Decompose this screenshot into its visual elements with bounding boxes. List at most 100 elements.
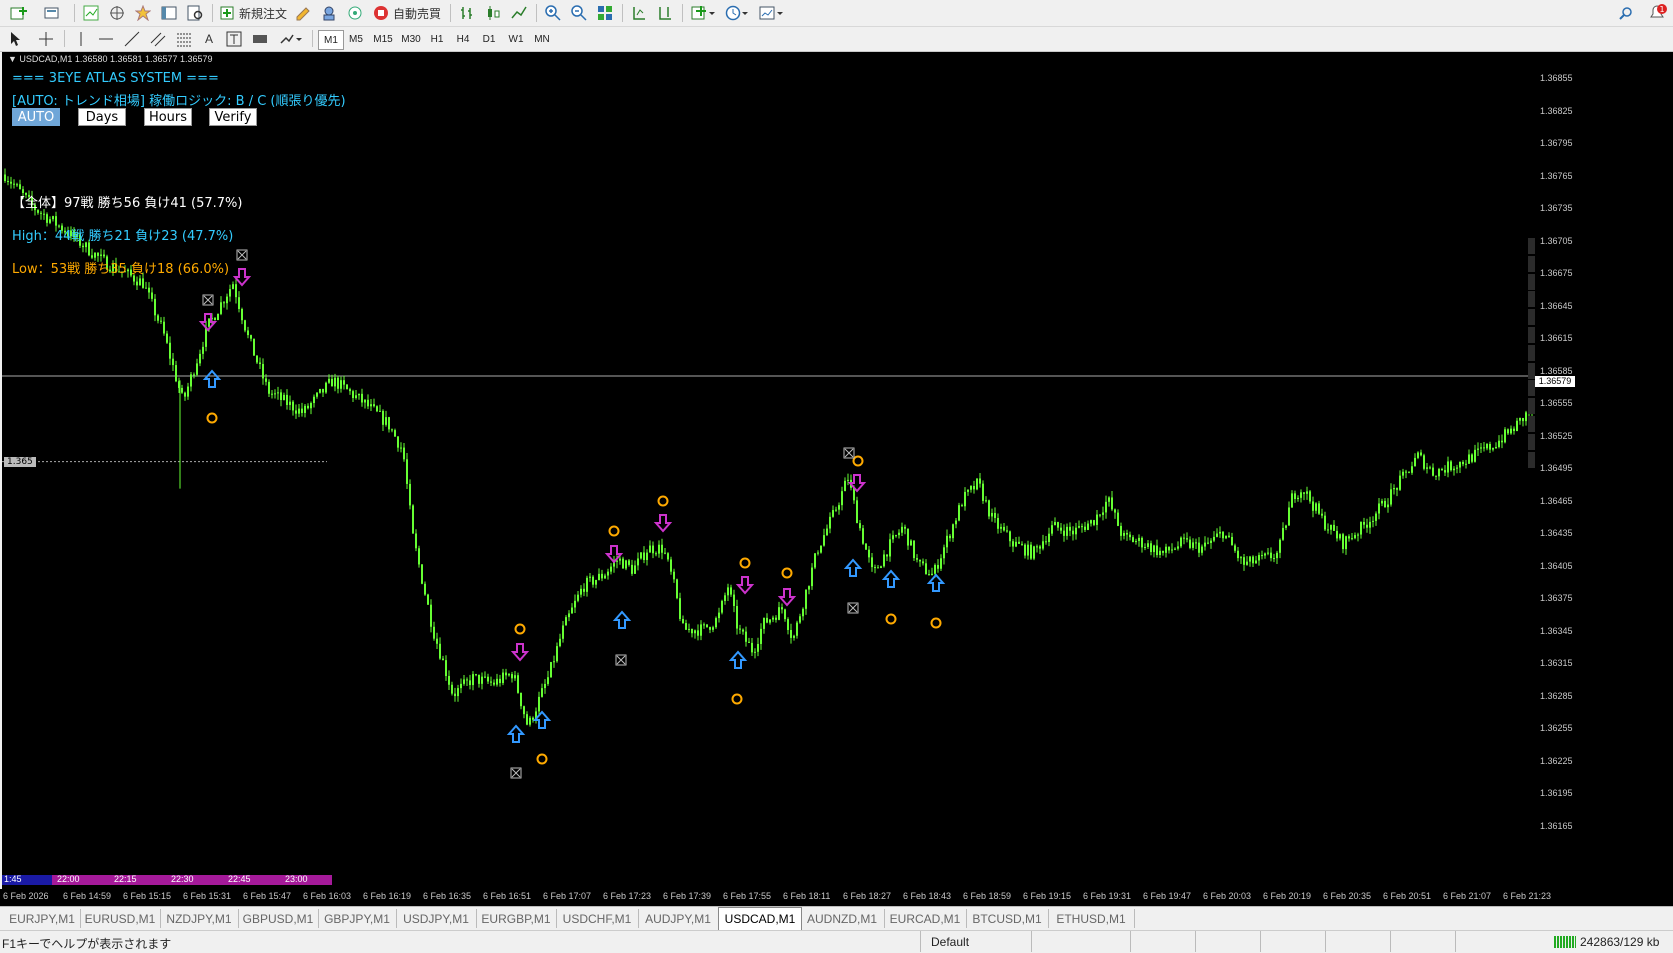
chart-tab-audnzd[interactable]: AUDNZD,M1	[800, 909, 885, 928]
candle-body	[1051, 525, 1053, 534]
candle-body	[1504, 429, 1506, 443]
tf-m15[interactable]: M15	[370, 30, 396, 48]
zoom-out-icon[interactable]	[568, 3, 590, 23]
candle-body	[1009, 531, 1011, 542]
tf-d1[interactable]: D1	[478, 30, 500, 48]
candle-body	[1345, 536, 1347, 550]
tf-m5[interactable]: M5	[344, 30, 368, 48]
tf-h1[interactable]: H1	[426, 30, 448, 48]
candle-body	[244, 320, 246, 331]
candle-body	[919, 559, 921, 562]
candle-body	[136, 281, 138, 286]
candle-body	[319, 388, 321, 393]
rectangle-icon[interactable]	[250, 29, 270, 49]
time-tick-label: 6 Feb 16:51	[483, 891, 532, 901]
tile-windows-icon[interactable]	[594, 3, 616, 23]
candle-body	[1381, 500, 1383, 504]
metaeditor-icon[interactable]	[292, 3, 314, 23]
data-window-icon[interactable]	[106, 3, 128, 23]
notifications-icon[interactable]: 1	[1646, 3, 1670, 23]
candle-body	[427, 594, 429, 605]
candle-body	[526, 714, 528, 725]
candle-body	[541, 688, 543, 697]
candle-body	[478, 674, 480, 684]
chart-tabs: EURJPY,M1 EURUSD,M1 NZDJPY,M1 GBPUSD,M1 GBPJ…	[0, 906, 1673, 930]
candle-body	[367, 399, 369, 407]
candle-body	[520, 692, 522, 707]
candle-body	[1042, 541, 1044, 549]
navigator-icon[interactable]	[132, 3, 154, 23]
fibonacci-icon[interactable]	[174, 29, 194, 49]
terminal-icon[interactable]	[158, 3, 180, 23]
crosshair-icon[interactable]	[36, 29, 56, 49]
templates-icon[interactable]	[756, 3, 786, 23]
market-watch-icon[interactable]	[80, 3, 102, 23]
candle-body	[256, 355, 258, 363]
chart-tab-eurjpy[interactable]: EURJPY,M1	[4, 909, 81, 928]
price-chart[interactable]	[2, 52, 1535, 889]
text-tool-icon[interactable]: A	[200, 29, 218, 49]
verify-button[interactable]: Verify	[209, 108, 257, 126]
strategy-tester-icon[interactable]	[184, 3, 206, 23]
tf-mn[interactable]: MN	[530, 30, 554, 48]
chart-window[interactable]: ▼ USDCAD,M1 1.36580 1.36581 1.36577 1.36…	[2, 52, 1598, 889]
candle-body	[799, 616, 801, 623]
chart-tab-nzdjpy[interactable]: NZDJPY,M1	[160, 909, 239, 928]
indicators-icon[interactable]	[688, 3, 718, 23]
days-button[interactable]: Days	[78, 108, 126, 126]
bar-chart-icon[interactable]	[456, 3, 478, 23]
time-tick-label: 6 Feb 16:19	[363, 891, 412, 901]
chart-tab-eurcad[interactable]: EURCAD,M1	[884, 909, 967, 928]
chart-tab-usdchf[interactable]: USDCHF,M1	[556, 909, 639, 928]
chart-tab-usdcad[interactable]: USDCAD,M1	[718, 907, 802, 930]
candle-body	[334, 377, 336, 387]
line-chart-icon[interactable]	[508, 3, 530, 23]
auto-scroll-icon[interactable]	[628, 3, 650, 23]
zoom-in-icon[interactable]	[542, 3, 564, 23]
chart-tab-gbpjpy[interactable]: GBPJPY,M1	[318, 909, 397, 928]
vertical-line-icon[interactable]	[72, 29, 90, 49]
chart-shift-icon[interactable]	[654, 3, 676, 23]
horizontal-line-icon[interactable]	[96, 29, 116, 49]
cursor-icon[interactable]	[6, 29, 26, 49]
candle-body	[694, 630, 696, 634]
candle-body	[1246, 561, 1248, 565]
candle-body	[982, 483, 984, 501]
experts-icon[interactable]	[318, 3, 340, 23]
candle-body	[706, 624, 708, 628]
price-tick-label: 1.36555	[1540, 398, 1573, 408]
auto-button[interactable]: AUTO	[12, 108, 60, 126]
chart-tab-eurusd[interactable]: EURUSD,M1	[80, 909, 161, 928]
time-tick-label: 6 Feb 16:35	[423, 891, 472, 901]
tf-h4[interactable]: H4	[452, 30, 474, 48]
candle-body	[505, 672, 507, 676]
candle-body	[298, 408, 300, 414]
tf-w1[interactable]: W1	[504, 30, 528, 48]
candlestick-icon[interactable]	[482, 3, 504, 23]
text-label-icon[interactable]	[224, 29, 244, 49]
signals-icon[interactable]	[344, 3, 366, 23]
new-chart-icon[interactable]	[6, 3, 34, 23]
candle-body	[142, 278, 144, 288]
hours-button[interactable]: Hours	[144, 108, 192, 126]
candle-body	[1012, 541, 1014, 547]
candle-body	[1507, 429, 1509, 434]
chart-tab-gbpusd[interactable]: GBPUSD,M1	[238, 909, 319, 928]
periods-icon[interactable]	[722, 3, 752, 23]
tf-m1[interactable]: M1	[318, 30, 344, 50]
loss-box-cross	[203, 295, 213, 305]
trendline-icon[interactable]	[122, 29, 142, 49]
candle-body	[820, 545, 822, 553]
chart-tab-eurgbp[interactable]: EURGBP,M1	[476, 909, 557, 928]
chart-tab-usdjpy[interactable]: USDJPY,M1	[396, 909, 477, 928]
profiles-icon[interactable]	[40, 3, 68, 23]
arrows-icon[interactable]	[276, 29, 306, 49]
search-icon[interactable]	[1616, 3, 1636, 23]
chart-tab-audjpy[interactable]: AUDJPY,M1	[638, 909, 719, 928]
chart-tab-btcusd[interactable]: BTCUSD,M1	[966, 909, 1049, 928]
tf-m30[interactable]: M30	[398, 30, 424, 48]
auto-trading-button[interactable]: 自動売買	[370, 3, 444, 23]
channel-icon[interactable]	[148, 29, 168, 49]
chart-tab-ethusd[interactable]: ETHUSD,M1	[1048, 909, 1135, 928]
new-order-button[interactable]: 新規注文	[218, 3, 288, 23]
